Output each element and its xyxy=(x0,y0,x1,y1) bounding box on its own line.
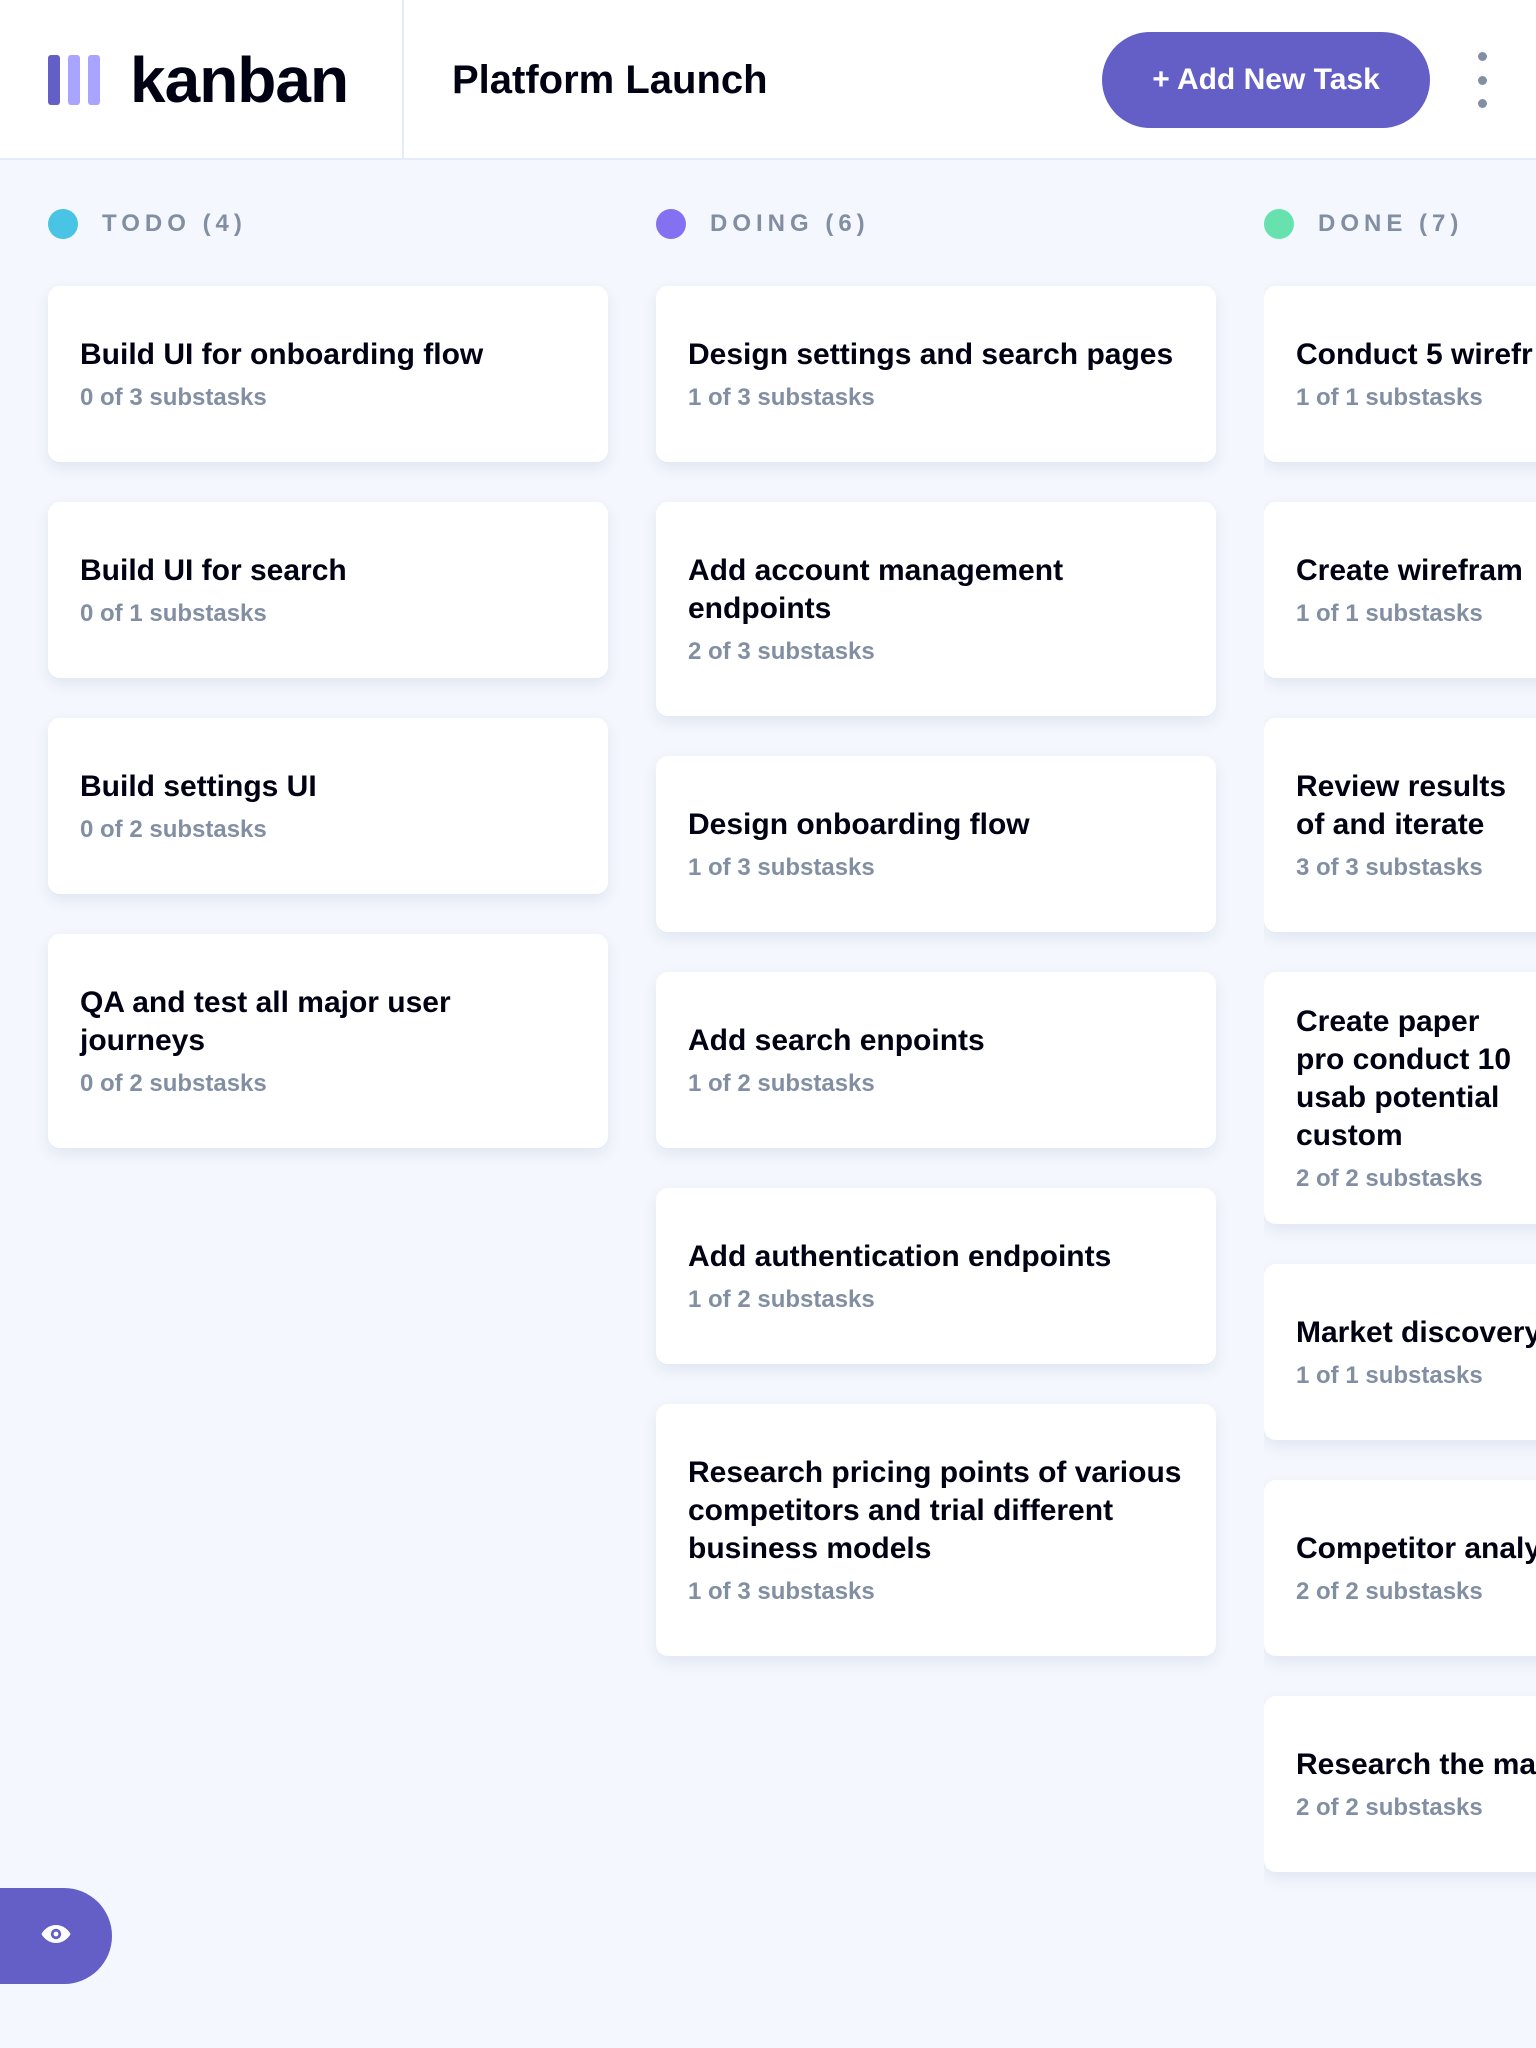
task-subtasks: 0 of 3 substasks xyxy=(80,384,267,411)
task-title: Design onboarding flow xyxy=(688,808,1030,841)
task-subtasks: 1 of 1 substasks xyxy=(1296,1362,1483,1389)
task-card[interactable]: Add account management endpoints 2 of 3 … xyxy=(656,502,1216,716)
task-subtasks: 2 of 2 substasks xyxy=(1296,1165,1483,1192)
header-divider xyxy=(402,0,404,160)
task-title: Build settings UI xyxy=(80,770,317,803)
task-card[interactable]: Research the ma 2 of 2 substasks xyxy=(1264,1696,1536,1872)
task-card[interactable]: Market discovery 1 of 1 substasks xyxy=(1264,1264,1536,1440)
column-name: TODO (4) xyxy=(102,210,247,237)
add-new-task-button[interactable]: + Add New Task xyxy=(1102,32,1430,128)
task-subtasks: 0 of 2 substasks xyxy=(80,816,267,843)
task-card[interactable]: Conduct 5 wirefr 1 of 1 substasks xyxy=(1264,286,1536,462)
column-done: DONE (7) Conduct 5 wirefr 1 of 1 substas… xyxy=(1264,200,1536,1900)
task-card[interactable]: Build UI for onboarding flow 0 of 3 subs… xyxy=(48,286,608,462)
task-title: Research pricing points of various compe… xyxy=(688,1456,1182,1565)
board-title: Platform Launch xyxy=(452,58,768,102)
task-subtasks: 1 of 3 substasks xyxy=(688,384,875,411)
task-card[interactable]: Review results of and iterate 3 of 3 sub… xyxy=(1264,718,1536,932)
show-sidebar-button[interactable] xyxy=(0,1888,112,1984)
task-subtasks: 1 of 3 substasks xyxy=(688,854,875,881)
task-card[interactable]: Design settings and search pages 1 of 3 … xyxy=(656,286,1216,462)
task-card[interactable]: Add authentication endpoints 1 of 2 subs… xyxy=(656,1188,1216,1364)
logo-icon xyxy=(48,55,100,105)
task-subtasks: 2 of 2 substasks xyxy=(1296,1794,1483,1821)
task-subtasks: 2 of 3 substasks xyxy=(688,638,875,665)
task-title: Add search enpoints xyxy=(688,1024,985,1057)
task-card[interactable]: Build settings UI 0 of 2 substasks xyxy=(48,718,608,894)
app-logo: kanban xyxy=(48,44,349,116)
task-subtasks: 2 of 2 substasks xyxy=(1296,1578,1483,1605)
task-subtasks: 1 of 1 substasks xyxy=(1296,384,1483,411)
task-subtasks: 1 of 1 substasks xyxy=(1296,600,1483,627)
task-title: Research the ma xyxy=(1296,1748,1536,1781)
task-title: QA and test all major user journeys xyxy=(80,986,451,1057)
task-card[interactable]: Create paper pro conduct 10 usab potenti… xyxy=(1264,972,1536,1224)
column-doing: DOING (6) Design settings and search pag… xyxy=(656,200,1216,1656)
task-title: Build UI for search xyxy=(80,554,347,587)
task-subtasks: 1 of 2 substasks xyxy=(688,1070,875,1097)
column-status-dot xyxy=(656,209,686,239)
column-name: DOING (6) xyxy=(710,210,870,237)
column-status-dot xyxy=(1264,209,1294,239)
task-card[interactable]: Create wirefram 1 of 1 substasks xyxy=(1264,502,1536,678)
task-title: Competitor analy xyxy=(1296,1532,1536,1565)
task-title: Review results of and iterate xyxy=(1296,770,1507,841)
task-title: Add authentication endpoints xyxy=(688,1240,1112,1273)
eye-icon xyxy=(40,1923,72,1950)
task-title: Build UI for onboarding flow xyxy=(80,338,484,371)
task-card[interactable]: Research pricing points of various compe… xyxy=(656,1404,1216,1656)
task-title: Design settings and search pages xyxy=(688,338,1174,371)
task-card[interactable]: Add search enpoints 1 of 2 substasks xyxy=(656,972,1216,1148)
logo-text: kanban xyxy=(130,44,349,116)
task-subtasks: 3 of 3 substasks xyxy=(1296,854,1483,881)
task-title: Create paper pro conduct 10 usab potenti… xyxy=(1296,1005,1512,1152)
task-title: Create wirefram xyxy=(1296,554,1523,587)
app-header: kanban Platform Launch + Add New Task xyxy=(0,0,1536,160)
column-header: DONE (7) xyxy=(1264,200,1536,248)
task-card[interactable]: Competitor analy 2 of 2 substasks xyxy=(1264,1480,1536,1656)
column-name: DONE (7) xyxy=(1318,210,1464,237)
task-card[interactable]: QA and test all major user journeys 0 of… xyxy=(48,934,608,1148)
task-card[interactable]: Build UI for search 0 of 1 substasks xyxy=(48,502,608,678)
column-status-dot xyxy=(48,209,78,239)
task-subtasks: 0 of 1 substasks xyxy=(80,600,267,627)
task-subtasks: 1 of 2 substasks xyxy=(688,1286,875,1313)
vertical-ellipsis-icon[interactable] xyxy=(1470,52,1494,108)
column-header: DOING (6) xyxy=(656,200,1216,248)
column-todo: TODO (4) Build UI for onboarding flow 0 … xyxy=(48,200,608,1148)
task-title: Add account management endpoints xyxy=(688,554,1064,625)
task-title: Conduct 5 wirefr xyxy=(1296,338,1533,371)
column-header: TODO (4) xyxy=(48,200,608,248)
task-card[interactable]: Design onboarding flow 1 of 3 substasks xyxy=(656,756,1216,932)
task-subtasks: 1 of 3 substasks xyxy=(688,1578,875,1605)
task-title: Market discovery xyxy=(1296,1316,1536,1349)
task-subtasks: 0 of 2 substasks xyxy=(80,1070,267,1097)
